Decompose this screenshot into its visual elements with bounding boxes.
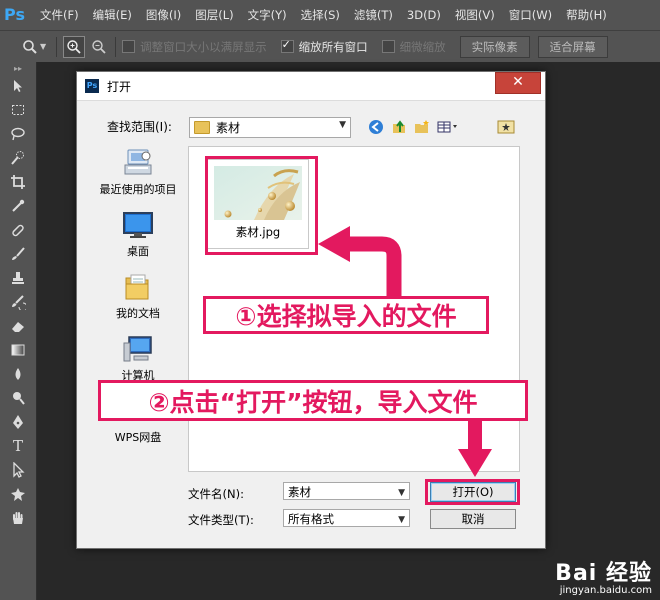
- cancel-button[interactable]: 取消: [430, 509, 516, 529]
- file-highlight-box: [205, 156, 318, 255]
- places-bar: 最近使用的项目 桌面 我的文档 计算机 WPS网盘: [95, 146, 181, 476]
- shape-tool-icon[interactable]: [0, 482, 36, 506]
- tools-panel: ▸▸ T: [0, 62, 37, 600]
- history-brush-tool-icon[interactable]: [0, 290, 36, 314]
- menu-view[interactable]: 视图(V): [455, 7, 495, 23]
- place-desktop[interactable]: 桌面: [95, 208, 181, 270]
- move-tool-icon[interactable]: [0, 74, 36, 98]
- place-label: 桌面: [127, 245, 149, 258]
- menu-layer[interactable]: 图层(L): [195, 7, 233, 23]
- view-menu-icon[interactable]: [436, 118, 462, 135]
- file-name-value: 素材: [288, 485, 311, 499]
- menu-type[interactable]: 文字(Y): [248, 7, 287, 23]
- dodge-tool-icon[interactable]: [0, 386, 36, 410]
- photoshop-app-icon: Ps: [85, 79, 99, 93]
- file-type-dropdown[interactable]: 所有格式 ▼: [283, 509, 410, 527]
- watermark-brand: Bai 经验: [555, 561, 652, 586]
- menu-help[interactable]: 帮助(H): [566, 7, 607, 23]
- zoom-all-windows-checkbox[interactable]: [280, 38, 294, 53]
- menu-select[interactable]: 选择(S): [301, 7, 340, 23]
- step2-callout: ②点击“打开”按钮，导入文件: [98, 380, 528, 421]
- place-documents[interactable]: 我的文档: [95, 270, 181, 332]
- menu-3d[interactable]: 3D(D): [407, 8, 441, 22]
- baidu-jingyan-watermark: Bai 经验 jingyan.baidu.com: [555, 555, 652, 596]
- menu-image[interactable]: 图像(I): [146, 7, 181, 23]
- chevron-down-icon: ▼: [398, 515, 405, 525]
- panel-collapse-icon[interactable]: ▸▸: [0, 62, 36, 74]
- clone-stamp-tool-icon[interactable]: [0, 266, 36, 290]
- file-name-label: 文件名(N):: [188, 487, 244, 501]
- healing-brush-tool-icon[interactable]: [0, 218, 36, 242]
- crop-tool-icon[interactable]: [0, 170, 36, 194]
- resize-windows-label: 调整窗口大小以满屏显示: [140, 39, 267, 54]
- bookmark-folder-icon[interactable]: [497, 118, 515, 137]
- lasso-tool-icon[interactable]: [0, 122, 36, 146]
- path-selection-tool-icon[interactable]: [0, 458, 36, 482]
- chevron-down-icon[interactable]: ▼: [398, 484, 405, 502]
- zoom-all-windows-label: 缩放所有窗口: [298, 39, 368, 54]
- new-folder-icon[interactable]: [413, 118, 431, 135]
- look-in-label: 查找范围(I):: [107, 120, 172, 134]
- menu-window[interactable]: 窗口(W): [509, 7, 552, 23]
- brush-tool-icon[interactable]: [0, 242, 36, 266]
- eraser-tool-icon[interactable]: [0, 314, 36, 338]
- eyedropper-tool-icon[interactable]: [0, 194, 36, 218]
- computer-icon: [123, 336, 152, 362]
- tool-preset-chevron-icon[interactable]: ▼: [40, 42, 46, 51]
- options-separator: [115, 36, 117, 57]
- dialog-titlebar[interactable]: Ps 打开 ✕: [77, 72, 545, 101]
- scrubby-zoom-checkbox[interactable]: [381, 40, 395, 53]
- dialog-title: 打开: [107, 79, 132, 94]
- resize-windows-checkbox[interactable]: [122, 40, 136, 53]
- pen-tool-icon[interactable]: [0, 410, 36, 434]
- file-name-input[interactable]: 素材 ▼: [283, 482, 410, 500]
- zoom-tool-icon[interactable]: [20, 37, 40, 57]
- photoshop-logo: Ps: [4, 5, 25, 24]
- file-type-label: 文件类型(T):: [188, 513, 254, 527]
- place-label: 我的文档: [116, 307, 160, 320]
- gradient-tool-icon[interactable]: [0, 338, 36, 362]
- marquee-tool-icon[interactable]: [0, 98, 36, 122]
- quick-selection-tool-icon[interactable]: [0, 146, 36, 170]
- up-one-level-icon[interactable]: [390, 118, 408, 135]
- type-tool-icon[interactable]: T: [0, 434, 36, 458]
- fit-screen-button[interactable]: 适合屏幕: [537, 35, 608, 58]
- watermark-url: jingyan.baidu.com: [559, 585, 652, 596]
- recent-places-icon: [124, 149, 152, 175]
- arrow-to-file-icon: [318, 226, 402, 302]
- zoom-in-icon[interactable]: [63, 35, 86, 58]
- place-label: WPS网盘: [114, 431, 162, 444]
- close-button[interactable]: ✕: [495, 72, 541, 94]
- options-separator: [56, 36, 58, 57]
- place-recent[interactable]: 最近使用的项目: [95, 146, 181, 208]
- navigation-toolbar: [367, 118, 462, 135]
- folder-icon: [194, 121, 210, 134]
- back-icon[interactable]: [367, 118, 385, 135]
- look-in-value: 素材: [216, 121, 241, 135]
- step1-callout: ①选择拟导入的文件: [203, 296, 489, 334]
- arrow-to-open-button-icon: [458, 421, 492, 477]
- actual-pixels-button[interactable]: 实际像素: [459, 35, 530, 58]
- menu-edit[interactable]: 编辑(E): [93, 7, 132, 23]
- look-in-dropdown[interactable]: 素材 ▼: [189, 117, 351, 138]
- desktop-icon: [123, 212, 153, 238]
- hand-tool-icon[interactable]: [0, 506, 36, 530]
- chevron-down-icon: ▼: [339, 120, 346, 130]
- scrubby-zoom-label: 细微缩放: [399, 39, 446, 54]
- file-type-value: 所有格式: [288, 512, 334, 526]
- menu-bar: Ps 文件(F) 编辑(E) 图像(I) 图层(L) 文字(Y) 选择(S) 滤…: [0, 0, 660, 30]
- open-button-highlight-box: [425, 479, 520, 505]
- menu-filter[interactable]: 滤镜(T): [354, 7, 393, 23]
- menu-file[interactable]: 文件(F): [40, 7, 79, 23]
- zoom-out-icon[interactable]: [89, 37, 109, 57]
- blur-tool-icon[interactable]: [0, 362, 36, 386]
- place-label: 最近使用的项目: [99, 183, 177, 196]
- options-bar: ▼ 调整窗口大小以满屏显示 缩放所有窗口 细微缩放 实际像素 适合屏幕: [0, 30, 660, 63]
- my-documents-icon: [125, 274, 149, 300]
